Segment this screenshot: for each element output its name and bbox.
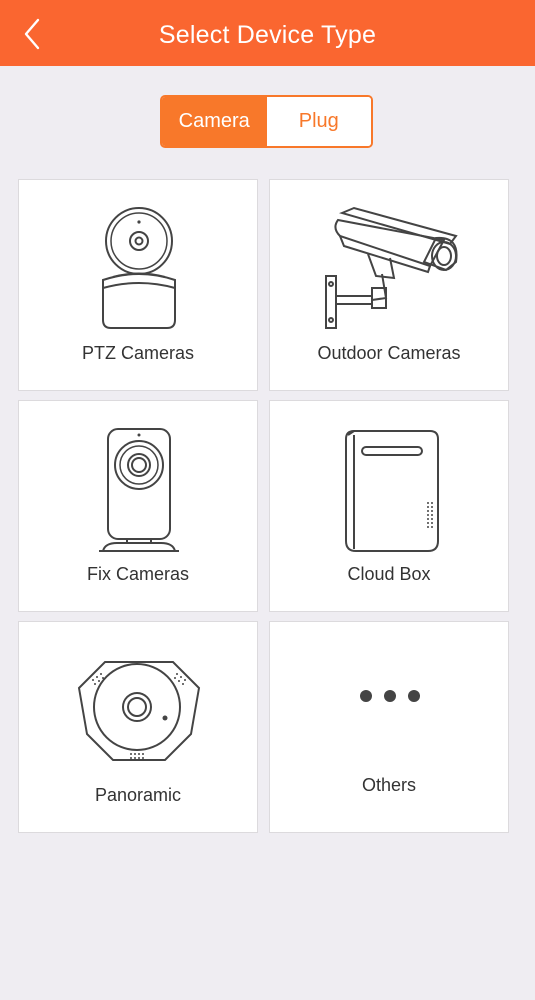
device-card-others[interactable]: Others — [269, 621, 509, 833]
device-card-ptz-cameras[interactable]: PTZ Cameras — [18, 179, 258, 391]
device-card-fix-cameras[interactable]: Fix Cameras — [18, 400, 258, 612]
app-header: Select Device Type — [0, 0, 535, 66]
page-title: Select Device Type — [158, 21, 377, 49]
tab-camera[interactable]: Camera — [162, 97, 267, 146]
device-card-outdoor-cameras[interactable]: Outdoor Cameras — [269, 179, 509, 391]
device-label: Cloud Box — [347, 564, 431, 584]
tab-plug[interactable]: Plug — [266, 97, 371, 146]
device-label: Fix Cameras — [86, 564, 189, 584]
device-label: Others — [361, 775, 417, 795]
device-label: PTZ Cameras — [81, 343, 195, 363]
device-card-panoramic[interactable]: Panoramic — [18, 621, 258, 833]
device-category-segment: Camera Plug — [160, 95, 373, 148]
more-dots-icon — [360, 690, 420, 702]
device-label: Panoramic — [94, 785, 182, 805]
device-label: Outdoor Cameras — [317, 343, 461, 363]
device-card-cloud-box[interactable]: Cloud Box — [269, 400, 509, 612]
